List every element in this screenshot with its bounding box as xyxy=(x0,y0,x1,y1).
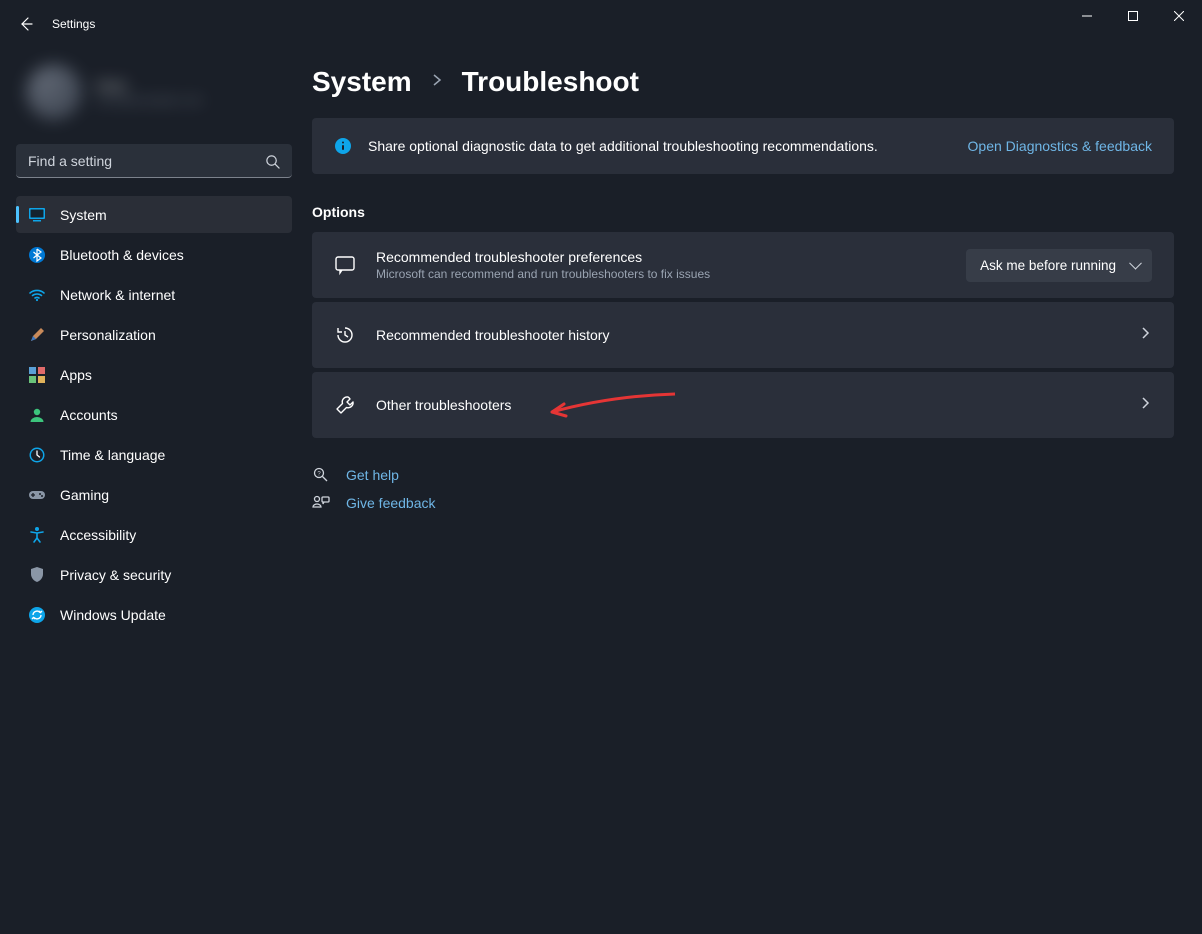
sidebar-item-label: Network & internet xyxy=(60,287,175,303)
sidebar-item-label: Privacy & security xyxy=(60,567,171,583)
info-bar: Share optional diagnostic data to get ad… xyxy=(312,118,1174,174)
sidebar: User user@example.com System Bluetooth &… xyxy=(0,48,300,934)
app-title: Settings xyxy=(52,17,95,31)
link-label: Get help xyxy=(346,467,399,483)
help-links: ? Get help Give feedback xyxy=(312,466,1174,512)
apps-icon xyxy=(28,366,46,384)
sidebar-item-label: Windows Update xyxy=(60,607,166,623)
minimize-icon xyxy=(1082,11,1092,21)
get-help-link[interactable]: ? Get help xyxy=(312,466,1174,484)
search-input[interactable] xyxy=(16,144,292,178)
page-title: Troubleshoot xyxy=(462,66,639,98)
sidebar-item-gaming[interactable]: Gaming xyxy=(16,476,292,513)
sidebar-item-apps[interactable]: Apps xyxy=(16,356,292,393)
card-other-troubleshooters[interactable]: Other troubleshooters xyxy=(312,372,1174,438)
titlebar: Settings xyxy=(0,0,1202,48)
sidebar-item-windows-update[interactable]: Windows Update xyxy=(16,596,292,633)
open-diagnostics-link[interactable]: Open Diagnostics & feedback xyxy=(968,138,1152,154)
sidebar-item-time-language[interactable]: Time & language xyxy=(16,436,292,473)
search-icon xyxy=(265,154,280,169)
card-title: Other troubleshooters xyxy=(376,397,1118,413)
wrench-icon xyxy=(334,394,356,416)
user-block[interactable]: User user@example.com xyxy=(16,48,292,140)
sidebar-item-label: Bluetooth & devices xyxy=(60,247,184,263)
chevron-right-icon xyxy=(430,73,444,92)
feedback-icon xyxy=(312,494,330,512)
sidebar-item-label: Time & language xyxy=(60,447,165,463)
sidebar-item-personalization[interactable]: Personalization xyxy=(16,316,292,353)
back-button[interactable] xyxy=(8,6,44,42)
sidebar-item-bluetooth[interactable]: Bluetooth & devices xyxy=(16,236,292,273)
sidebar-item-accounts[interactable]: Accounts xyxy=(16,396,292,433)
maximize-button[interactable] xyxy=(1110,0,1156,32)
sidebar-item-accessibility[interactable]: Accessibility xyxy=(16,516,292,553)
card-troubleshooter-history[interactable]: Recommended troubleshooter history xyxy=(312,302,1174,368)
card-troubleshooter-preferences[interactable]: Recommended troubleshooter preferences M… xyxy=(312,232,1174,298)
help-icon: ? xyxy=(312,466,330,484)
bluetooth-icon xyxy=(28,246,46,264)
user-name: User xyxy=(96,77,203,93)
sidebar-item-label: System xyxy=(60,207,107,223)
history-icon xyxy=(334,324,356,346)
main-content: System Troubleshoot Share optional diagn… xyxy=(300,48,1202,934)
sidebar-item-label: Gaming xyxy=(60,487,109,503)
window-controls xyxy=(1064,0,1202,32)
minimize-button[interactable] xyxy=(1064,0,1110,32)
clock-icon xyxy=(28,446,46,464)
user-email: user@example.com xyxy=(96,93,203,107)
update-icon xyxy=(28,606,46,624)
section-title-options: Options xyxy=(312,204,1174,220)
chat-icon xyxy=(334,254,356,276)
accessibility-icon xyxy=(28,526,46,544)
sidebar-item-network[interactable]: Network & internet xyxy=(16,276,292,313)
chevron-right-icon xyxy=(1138,326,1152,345)
person-icon xyxy=(28,406,46,424)
sidebar-item-privacy[interactable]: Privacy & security xyxy=(16,556,292,593)
breadcrumb-parent[interactable]: System xyxy=(312,66,412,98)
sidebar-item-label: Accessibility xyxy=(60,527,136,543)
sidebar-item-label: Apps xyxy=(60,367,92,383)
preferences-dropdown[interactable]: Ask me before running xyxy=(966,249,1152,282)
search-wrap xyxy=(16,144,292,178)
dropdown-value: Ask me before running xyxy=(980,258,1116,273)
cards: Recommended troubleshooter preferences M… xyxy=(312,232,1174,438)
info-text: Share optional diagnostic data to get ad… xyxy=(368,138,952,154)
system-icon xyxy=(28,206,46,224)
avatar xyxy=(26,64,82,120)
arrow-left-icon xyxy=(18,16,34,32)
nav: System Bluetooth & devices Network & int… xyxy=(16,196,292,633)
close-button[interactable] xyxy=(1156,0,1202,32)
sidebar-item-label: Accounts xyxy=(60,407,118,423)
paintbrush-icon xyxy=(28,326,46,344)
card-title: Recommended troubleshooter history xyxy=(376,327,1118,343)
breadcrumb: System Troubleshoot xyxy=(312,48,1174,118)
give-feedback-link[interactable]: Give feedback xyxy=(312,494,1174,512)
wifi-icon xyxy=(28,286,46,304)
card-title: Recommended troubleshooter preferences xyxy=(376,249,946,265)
info-icon xyxy=(334,137,352,155)
maximize-icon xyxy=(1128,11,1138,21)
sidebar-item-label: Personalization xyxy=(60,327,156,343)
link-label: Give feedback xyxy=(346,495,436,511)
search-button[interactable] xyxy=(258,147,286,175)
close-icon xyxy=(1174,11,1184,21)
gamepad-icon xyxy=(28,486,46,504)
chevron-right-icon xyxy=(1138,396,1152,415)
sidebar-item-system[interactable]: System xyxy=(16,196,292,233)
shield-icon xyxy=(28,566,46,584)
card-subtitle: Microsoft can recommend and run troubles… xyxy=(376,267,946,281)
